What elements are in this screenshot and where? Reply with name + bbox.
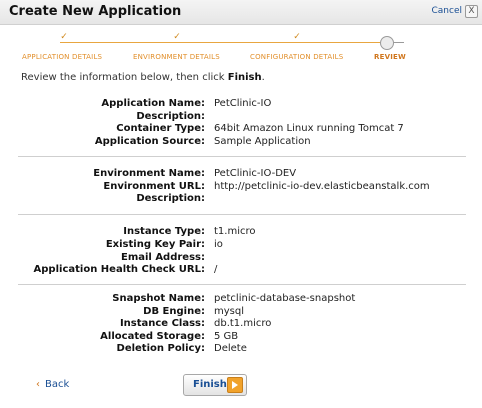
review-instructions: Review the information below, then click…: [21, 72, 265, 83]
field-value: t1.micro: [214, 226, 256, 237]
instructions-end: .: [261, 72, 265, 83]
row-application-source: Application Source: Sample Application: [0, 136, 482, 149]
current-step-indicator-icon: [380, 36, 394, 50]
field-value: io: [214, 239, 223, 250]
field-value: mysql: [214, 306, 244, 317]
finish-label: Finish: [193, 379, 227, 390]
row-container-type: Container Type: 64bit Amazon Linux runni…: [0, 123, 482, 136]
field-value: PetClinic-IO-DEV: [214, 168, 297, 179]
row-snapshot-name: Snapshot Name: petclinic-database-snapsh…: [0, 293, 482, 306]
field-label: Application Source:: [94, 136, 205, 147]
section-divider: [18, 284, 466, 285]
field-value: Sample Application: [214, 136, 311, 147]
field-value: 5 GB: [214, 331, 239, 342]
instructions-emphasis: Finish: [227, 72, 262, 83]
field-label: Snapshot Name:: [112, 293, 205, 304]
step-application-details: APPLICATION DETAILS: [22, 53, 103, 61]
field-label: Environment Name:: [93, 168, 205, 179]
progress-track: [60, 42, 390, 43]
step-complete-check-icon: ✓: [173, 32, 181, 42]
field-label: Application Name:: [101, 98, 205, 109]
step-environment-details: ENVIRONMENT DETAILS: [133, 53, 220, 61]
field-value: 64bit Amazon Linux running Tomcat 7: [214, 123, 404, 134]
row-instance-class: Instance Class: db.t1.micro: [0, 318, 482, 331]
field-value: Delete: [214, 343, 247, 354]
field-label: Description:: [136, 111, 205, 122]
wizard-progress: ✓ ✓ ✓ APPLICATION DETAILS ENVIRONMENT DE…: [0, 30, 482, 66]
field-label: Instance Type:: [123, 226, 205, 237]
field-label: Deletion Policy:: [116, 343, 205, 354]
dialog-title: Create New Application: [9, 4, 182, 19]
field-label: Allocated Storage:: [100, 331, 205, 342]
field-value: /: [214, 264, 218, 275]
row-environment-name: Environment Name: PetClinic-IO-DEV: [0, 168, 482, 181]
back-label: Back: [45, 379, 70, 390]
step-complete-check-icon: ✓: [293, 32, 301, 42]
chevron-left-icon: ‹: [36, 379, 40, 390]
step-complete-check-icon: ✓: [60, 32, 68, 42]
finish-button[interactable]: Finish: [183, 374, 247, 396]
field-value: petclinic-database-snapshot: [214, 293, 356, 304]
instructions-text: Review the information below, then click: [21, 72, 228, 83]
row-health-check-url: Application Health Check URL: /: [0, 264, 482, 277]
field-label: Existing Key Pair:: [105, 239, 205, 250]
field-label: Instance Class:: [119, 318, 205, 329]
play-arrow-icon: [227, 377, 243, 393]
step-review: REVIEW: [374, 53, 406, 61]
field-label: Container Type:: [116, 123, 205, 134]
field-label: Environment URL:: [103, 181, 205, 192]
cancel-link[interactable]: Cancel: [432, 6, 463, 16]
field-label: Application Health Check URL:: [33, 264, 205, 275]
row-environment-description: Description:: [0, 193, 482, 206]
section-divider: [18, 214, 466, 215]
row-instance-type: Instance Type: t1.micro: [0, 226, 482, 239]
field-label: DB Engine:: [143, 306, 205, 317]
field-label: Description:: [136, 193, 205, 204]
row-key-pair: Existing Key Pair: io: [0, 239, 482, 252]
back-button[interactable]: ‹ Back: [36, 379, 69, 390]
field-label: Email Address:: [120, 252, 205, 263]
dialog-titlebar: Create New Application Cancel X: [0, 0, 482, 25]
field-value: PetClinic-IO: [214, 98, 272, 109]
section-divider: [18, 156, 466, 157]
field-value: db.t1.micro: [214, 318, 272, 329]
close-icon[interactable]: X: [465, 5, 478, 18]
row-application-name: Application Name: PetClinic-IO: [0, 98, 482, 111]
row-deletion-policy: Deletion Policy: Delete: [0, 343, 482, 356]
step-configuration-details: CONFIGURATION DETAILS: [250, 53, 344, 61]
field-value: http://petclinic-io-dev.elasticbeanstalk…: [214, 181, 430, 192]
